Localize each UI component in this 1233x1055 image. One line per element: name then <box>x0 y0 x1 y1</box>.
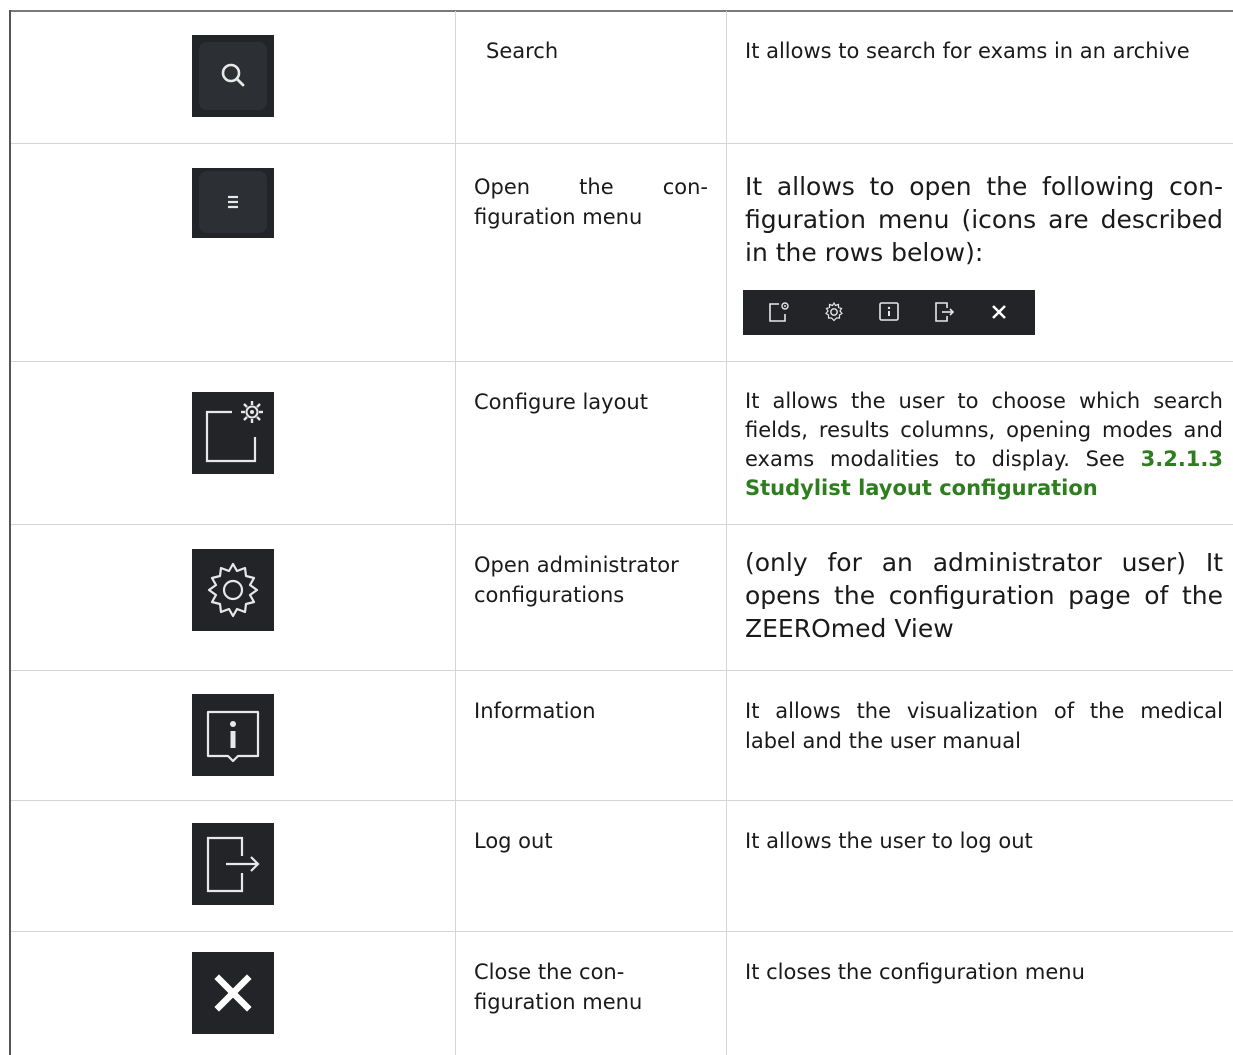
configuration-menu-bar <box>743 289 1035 335</box>
logout-icon[interactable] <box>932 300 956 324</box>
search-icon[interactable] <box>192 35 274 117</box>
description-cell: It allows to open the following con-figu… <box>726 143 1233 362</box>
gear-icon[interactable] <box>822 300 846 324</box>
row-description: It allows to open the following con-figu… <box>745 171 1223 267</box>
row-name: Open the con-figuration menu <box>474 174 708 229</box>
row-name: Log out <box>474 828 553 853</box>
hamburger-menu-icon[interactable] <box>192 167 274 238</box>
row-name: Close the con-figuration menu <box>474 959 643 1014</box>
gear-icon[interactable] <box>192 548 274 631</box>
name-cell: Close the con-figuration menu <box>455 931 727 1055</box>
row-description: It allows to search for exams in an arch… <box>745 39 1190 63</box>
icon-cell <box>11 670 456 801</box>
table-row: Open the con-figuration menu It allows t… <box>11 143 1233 362</box>
name-cell: Log out <box>455 800 727 932</box>
name-cell: Open administrator configurations <box>455 524 727 671</box>
row-description: It allows the user to log out <box>745 828 1033 853</box>
info-icon[interactable] <box>877 300 901 324</box>
layout-config-icon[interactable] <box>192 391 274 474</box>
table-row: Information It allows the visualization … <box>11 670 1233 801</box>
description-cell: It allows the user to choose which searc… <box>726 361 1233 525</box>
row-description: It closes the configuration menu <box>745 959 1085 984</box>
logout-icon[interactable] <box>192 822 274 905</box>
icon-cell <box>11 143 456 362</box>
row-description: It allows the user to choose which searc… <box>727 362 1233 503</box>
icon-reference-table: Search It allows to search for exams in … <box>11 11 1233 1055</box>
table-row: Open administrator configurations (only … <box>11 524 1233 671</box>
name-cell: Search <box>455 11 727 144</box>
row-name: Configure layout <box>474 389 648 414</box>
icon-cell <box>11 524 456 671</box>
description-cell: (only for an administrator user) It open… <box>726 524 1233 671</box>
description-cell: It allows the visualization of the medic… <box>726 670 1233 801</box>
name-cell: Information <box>455 670 727 801</box>
table-row: Configure layout It allows the user to c… <box>11 361 1233 525</box>
row-name: Information <box>474 698 596 723</box>
layout-config-icon[interactable] <box>767 300 791 324</box>
close-icon[interactable] <box>192 951 274 1034</box>
icon-cell <box>11 931 456 1055</box>
description-cell: It closes the configuration menu <box>727 931 1233 1055</box>
icon-cell <box>11 11 456 144</box>
name-cell: Open the con-figuration menu <box>455 143 727 362</box>
table-row: Close the con-figuration menu It closes … <box>11 931 1233 1055</box>
row-description: It allows the visualization of the medic… <box>745 698 1223 753</box>
name-cell: Configure layout <box>455 361 727 525</box>
icon-cell <box>11 361 456 525</box>
row-description: (only for an administrator user) It open… <box>745 547 1223 643</box>
description-cell: It allows to search for exams in an arch… <box>726 11 1233 144</box>
info-icon[interactable] <box>192 693 274 776</box>
close-icon[interactable] <box>987 300 1011 324</box>
table-row: Search It allows to search for exams in … <box>11 11 1233 144</box>
row-name: Open administrator configurations <box>474 552 679 607</box>
table-row: Log out It allows the user to log out <box>11 800 1233 932</box>
description-cell: It allows the user to log out <box>726 800 1233 932</box>
icon-cell <box>11 800 456 932</box>
row-name: Search <box>486 39 559 63</box>
